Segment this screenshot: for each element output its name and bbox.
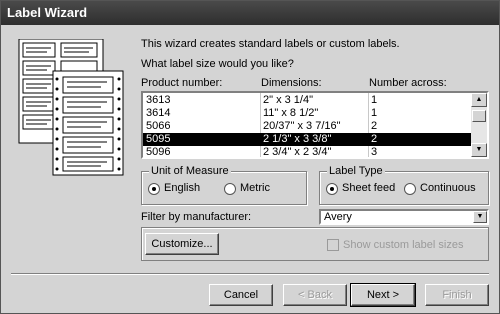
english-radio[interactable] bbox=[148, 183, 160, 195]
finish-button[interactable]: Finish bbox=[425, 284, 489, 306]
dropdown-arrow-icon[interactable]: ▼ bbox=[473, 211, 487, 223]
unit-of-measure-label: Unit of Measure bbox=[149, 165, 231, 177]
number-across: 2 bbox=[371, 120, 378, 132]
label-type-label: Label Type bbox=[327, 165, 385, 177]
sheet-feed-label: Sheet feed bbox=[342, 182, 396, 194]
metric-label: Metric bbox=[240, 182, 270, 194]
label-wizard-window: Label Wizard This wizard creates standar… bbox=[0, 0, 500, 314]
list-item[interactable]: 5066 20/37" x 3 7/16" 2 bbox=[143, 120, 473, 133]
cancel-button[interactable]: Cancel bbox=[209, 284, 273, 306]
manufacturer-value: Avery bbox=[324, 211, 352, 223]
dimensions: 2 1/3" x 3 3/8" bbox=[263, 133, 332, 145]
list-item[interactable]: 3613 2" x 3 1/4" 1 bbox=[143, 94, 473, 107]
continuous-label: Continuous bbox=[420, 182, 476, 194]
manufacturer-dropdown[interactable]: Avery ▼ bbox=[319, 209, 489, 225]
metric-radio[interactable] bbox=[224, 183, 236, 195]
window-title: Label Wizard bbox=[1, 1, 499, 25]
dimensions: 2" x 3 1/4" bbox=[263, 94, 314, 106]
list-item[interactable]: 5096 2 3/4" x 2 3/4" 3 bbox=[143, 146, 473, 158]
product-number: 5066 bbox=[146, 120, 171, 132]
product-number: 5095 bbox=[146, 133, 171, 145]
scroll-up-arrow-icon[interactable]: ▲ bbox=[471, 93, 487, 107]
sheet-feed-radio[interactable] bbox=[326, 183, 338, 195]
next-button[interactable]: Next > bbox=[350, 283, 416, 307]
label-type-group: Label Type Sheet feed Continuous bbox=[319, 165, 489, 205]
dimensions: 11" x 8 1/2" bbox=[263, 107, 319, 119]
product-number: 5096 bbox=[146, 146, 171, 158]
show-custom-sizes-checkbox[interactable] bbox=[327, 239, 339, 251]
separator bbox=[11, 273, 489, 275]
show-custom-sizes-label: Show custom label sizes bbox=[343, 239, 464, 251]
product-number: 3614 bbox=[146, 107, 171, 119]
dimensions: 2 3/4" x 2 3/4" bbox=[263, 146, 332, 158]
customize-button[interactable]: Customize... bbox=[145, 233, 219, 255]
header-number-across: Number across: bbox=[369, 77, 447, 89]
list-item-selected[interactable]: 5095 2 1/3" x 3 3/8" 2 bbox=[143, 133, 473, 146]
number-across: 2 bbox=[371, 133, 378, 145]
label-size-list[interactable]: 3613 2" x 3 1/4" 1 3614 11" x 8 1/2" 1 5… bbox=[141, 91, 489, 159]
number-across: 1 bbox=[371, 94, 378, 106]
dimensions: 20/37" x 3 7/16" bbox=[263, 120, 341, 132]
label-sheet-illustration bbox=[18, 39, 124, 176]
english-label: English bbox=[164, 182, 201, 194]
list-item[interactable]: 3614 11" x 8 1/2" 1 bbox=[143, 107, 473, 120]
vertical-scrollbar[interactable]: ▲ ▼ bbox=[471, 93, 487, 157]
number-across: 3 bbox=[371, 146, 378, 158]
number-across: 1 bbox=[371, 107, 378, 119]
scroll-down-arrow-icon[interactable]: ▼ bbox=[471, 143, 487, 157]
header-product-number: Product number: bbox=[141, 77, 223, 89]
filter-label: Filter by manufacturer: bbox=[141, 211, 252, 223]
size-question: What label size would you like? bbox=[141, 58, 294, 70]
continuous-radio[interactable] bbox=[404, 183, 416, 195]
scroll-thumb[interactable] bbox=[472, 110, 486, 122]
header-dimensions: Dimensions: bbox=[261, 77, 322, 89]
intro-text: This wizard creates standard labels or c… bbox=[141, 38, 400, 50]
unit-of-measure-group: Unit of Measure English Metric bbox=[141, 165, 307, 205]
back-button[interactable]: < Back bbox=[283, 284, 347, 306]
product-number: 3613 bbox=[146, 94, 171, 106]
